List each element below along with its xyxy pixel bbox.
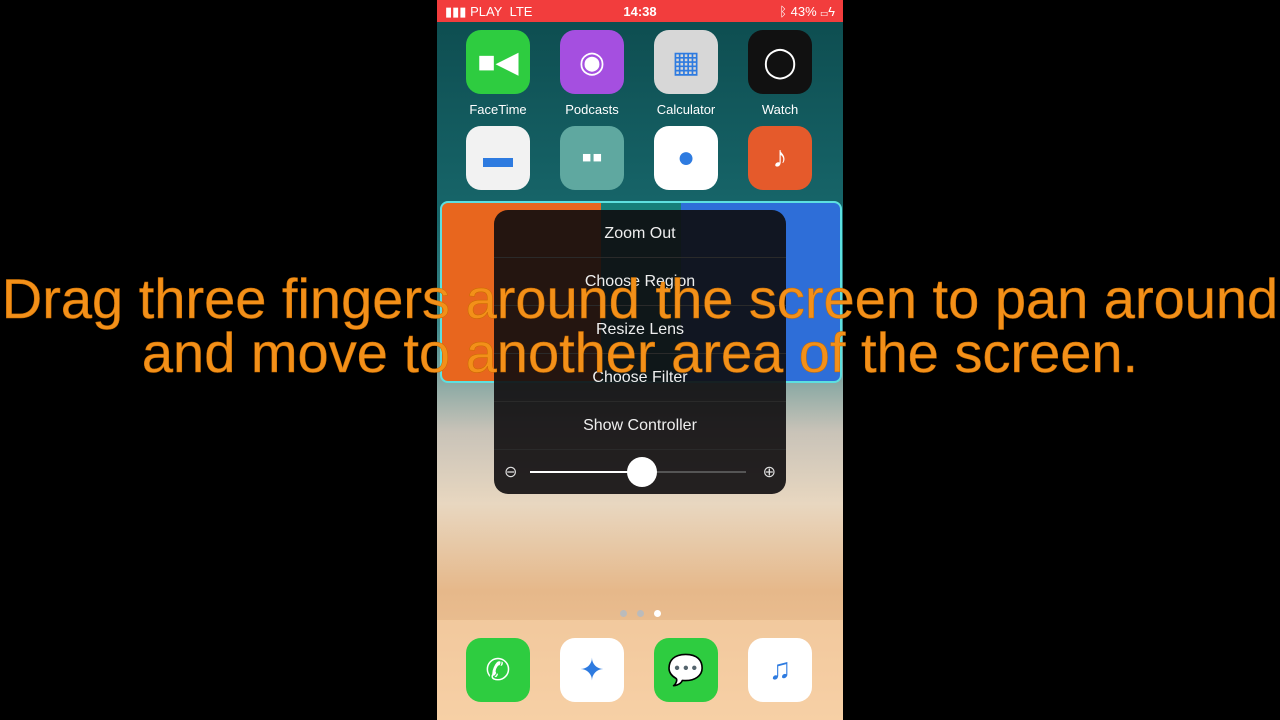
- slider-thumb[interactable]: [627, 457, 658, 487]
- bluetooth-icon: ᛒ: [779, 4, 791, 19]
- video-camera-icon: ■◀: [466, 30, 530, 94]
- menu-item-show-controller[interactable]: Show Controller: [494, 402, 786, 450]
- folder-grid-icon: ▪▪: [560, 126, 624, 190]
- zoom-in-icon[interactable]: ⊕: [763, 462, 776, 482]
- app-label: FaceTime: [469, 102, 527, 117]
- menu-item-zoom-out[interactable]: Zoom Out: [494, 210, 786, 258]
- folder-icon: ▬: [466, 126, 530, 190]
- status-bar: ▮▮▮ PLAY LTE 14:38 ᛒ 43% ▭ϟ: [437, 0, 843, 22]
- app-video-circle[interactable]: ●: [653, 126, 719, 190]
- caption: Drag three fingers around the screen to …: [1, 267, 1279, 384]
- app-watch[interactable]: ◯ Watch: [747, 30, 813, 117]
- zoom-out-icon[interactable]: ⊖: [504, 462, 517, 482]
- app-folder-grid[interactable]: ▪▪: [559, 126, 625, 190]
- dock-compass[interactable]: ✦: [559, 638, 625, 702]
- message-icon: 💬: [654, 638, 718, 702]
- dock: ✆ ✦ 💬 ♫: [437, 620, 843, 720]
- dock-phone[interactable]: ✆: [465, 638, 531, 702]
- watch-icon: ◯: [748, 30, 812, 94]
- app-label: Watch: [761, 102, 799, 117]
- phone-icon: ✆: [466, 638, 530, 702]
- slider-track[interactable]: [530, 457, 746, 487]
- guitar-icon: ♪: [748, 126, 812, 190]
- compass-icon: ✦: [560, 638, 624, 702]
- calculator-icon: ▦: [654, 30, 718, 94]
- page-dot[interactable]: [636, 610, 644, 617]
- battery-icon: ▭: [820, 4, 829, 19]
- video-circle-icon: ●: [654, 126, 718, 190]
- page-dot[interactable]: [653, 610, 661, 617]
- app-guitar[interactable]: ♪: [747, 126, 813, 190]
- app-label: Podcasts: [565, 102, 619, 117]
- bolt-icon: ϟ: [828, 4, 835, 19]
- app-facetime[interactable]: ■◀ FaceTime: [465, 30, 531, 117]
- battery-percent: 43%: [790, 4, 817, 19]
- dock-music-note[interactable]: ♫: [747, 638, 813, 702]
- music-note-icon: ♫: [748, 638, 812, 702]
- app-label: Calculator: [656, 102, 716, 117]
- app-calculator[interactable]: ▦ Calculator: [653, 30, 719, 117]
- app-podcasts[interactable]: ◉ Podcasts: [559, 30, 625, 117]
- page-dot[interactable]: [619, 610, 627, 617]
- podcast-icon: ◉: [560, 30, 624, 94]
- zoom-slider[interactable]: ⊖ ⊕: [494, 450, 786, 494]
- dock-message[interactable]: 💬: [653, 638, 719, 702]
- app-folder[interactable]: ▬: [465, 126, 531, 190]
